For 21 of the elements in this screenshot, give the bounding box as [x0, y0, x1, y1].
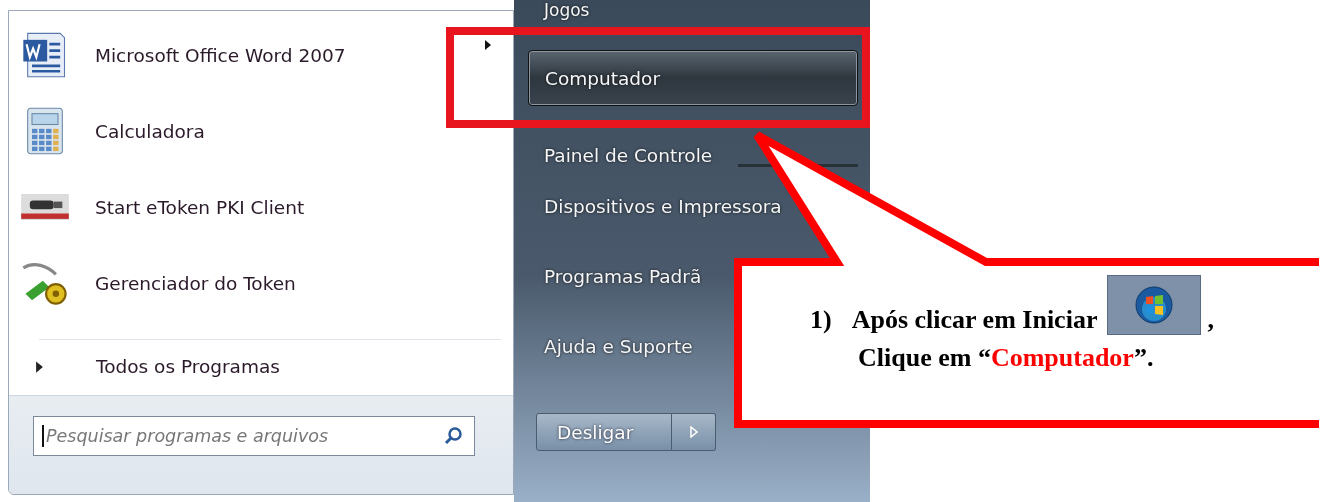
instruction-text: Após clicar em Iniciar — [851, 305, 1098, 335]
instruction-text: Clique em “Computador”. — [858, 343, 1155, 373]
program-item[interactable]: Microsoft Office Word 2007 — [19, 17, 513, 93]
place-item[interactable]: Programas Padrã — [544, 263, 702, 289]
program-name: Microsoft Office Word 2007 — [95, 44, 346, 66]
search-field[interactable]: Pesquisar programas e arquivos — [33, 416, 475, 456]
place-item[interactable]: Ajuda e Suporte — [544, 333, 693, 359]
program-name: Start eToken PKI Client — [95, 196, 305, 218]
place-item[interactable]: Computador — [528, 50, 858, 106]
all-programs-item[interactable]: Todos os Programas — [9, 340, 513, 377]
program-name: Gerenciador do Token — [95, 272, 296, 294]
program-item[interactable]: Start eToken PKI Client — [19, 169, 513, 245]
place-item[interactable]: Painel de Controle — [544, 142, 713, 168]
program-item[interactable]: Calculadora — [19, 93, 513, 169]
place-item[interactable]: Jogos — [544, 0, 590, 24]
all-programs-label: Todos os Programas — [96, 356, 280, 377]
place-item[interactable]: Dispositivos e Impressora — [544, 193, 782, 219]
program-item[interactable]: Gerenciador do Token — [19, 245, 513, 321]
step-number: 1) — [810, 305, 832, 335]
comma-text: , — [1207, 305, 1214, 335]
program-name: Calculadora — [95, 120, 205, 142]
